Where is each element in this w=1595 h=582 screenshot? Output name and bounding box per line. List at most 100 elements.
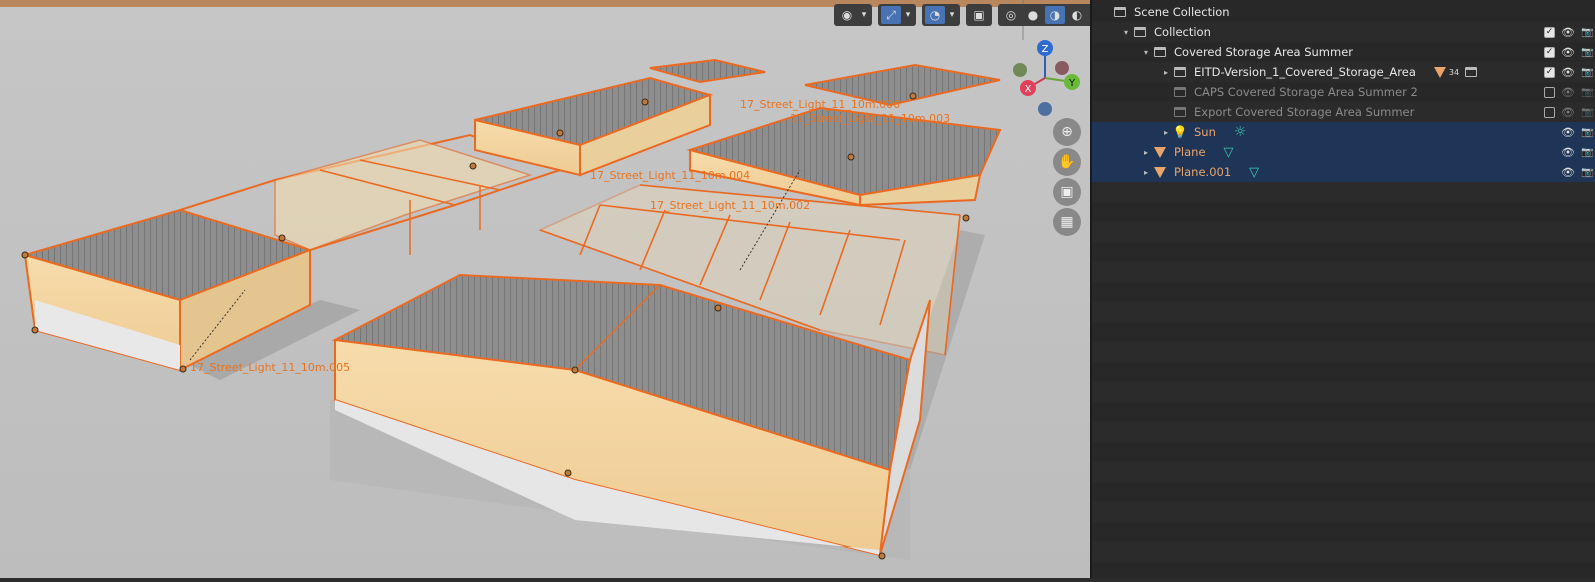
- outliner-empty-row: [1092, 242, 1595, 262]
- light-label: 17_Street_Light_11_10m.002: [650, 199, 811, 212]
- collection-icon: [1172, 105, 1188, 119]
- outliner-empty-row: [1092, 562, 1595, 582]
- camera-icon[interactable]: 📷: [1581, 67, 1593, 78]
- outliner-empty-row: [1092, 262, 1595, 282]
- outliner-row[interactable]: ▾ Covered Storage Area Summer ✓ 👁 📷: [1092, 42, 1595, 62]
- expand-right-icon[interactable]: ▸: [1140, 168, 1152, 177]
- xray-icon[interactable]: ▣: [969, 6, 989, 24]
- camera-icon[interactable]: 📷: [1581, 127, 1593, 138]
- expand-right-icon[interactable]: ▸: [1140, 148, 1152, 157]
- eye-icon[interactable]: 👁: [1561, 146, 1575, 159]
- outliner-empty-row: [1092, 502, 1595, 522]
- outliner-row-label: Plane: [1174, 145, 1206, 159]
- visibility-toggles: ✓ 👁 📷: [1544, 42, 1595, 62]
- hand-icon[interactable]: ✋: [1053, 148, 1081, 176]
- visibility-toggles: 👁 📷: [1544, 102, 1595, 122]
- gizmo-icon[interactable]: ⤢: [881, 6, 901, 24]
- exclude-checkbox[interactable]: ✓: [1544, 26, 1555, 38]
- outliner-row[interactable]: ▸ EITD-Version_1_Covered_Storage_Area 34 ✓ 👁…: [1092, 62, 1595, 82]
- eye-icon[interactable]: ◉: [837, 6, 857, 24]
- camera-icon[interactable]: 📷: [1581, 27, 1593, 38]
- expand-right-icon[interactable]: ▸: [1160, 128, 1172, 137]
- shading-group: ◎ ● ◑ ◐ ▾: [998, 4, 1090, 26]
- mesh-object-icon: [1152, 165, 1168, 179]
- light-label: 17_Street_Light_11_10m.006: [740, 98, 901, 111]
- eye-icon[interactable]: 👁: [1561, 166, 1575, 179]
- outliner-empty-row: [1092, 182, 1595, 202]
- outliner-empty-row: [1092, 282, 1595, 302]
- wireframe-icon[interactable]: ◎: [1001, 6, 1021, 24]
- gizmo-group: ⤢ ▾: [878, 4, 916, 26]
- mesh-object-icon: [1152, 145, 1168, 159]
- z-axis-label: Z: [1042, 44, 1049, 55]
- outliner-empty-row: [1092, 402, 1595, 422]
- outliner-empty-row: [1092, 442, 1595, 462]
- camera-icon[interactable]: 📷: [1581, 107, 1593, 118]
- outliner-empty-row: [1092, 322, 1595, 342]
- mesh-data-icon[interactable]: ▽: [1249, 165, 1259, 180]
- exclude-checkbox[interactable]: ✓: [1544, 66, 1555, 78]
- eye-icon[interactable]: 👁: [1561, 26, 1575, 39]
- outliner-row[interactable]: ▸ Plane ▽ 👁 📷: [1092, 142, 1595, 162]
- 3d-viewport[interactable]: 17_Street_Light_11_10m.005 17_Street_Lig…: [0, 0, 1090, 578]
- outliner-empty-row: [1092, 302, 1595, 322]
- navigation-gizmo[interactable]: Z Y X: [1000, 36, 1090, 121]
- exclude-checkbox[interactable]: [1544, 106, 1555, 118]
- zoom-icon[interactable]: ⊕: [1053, 118, 1081, 146]
- sun-data-icon[interactable]: ☼: [1234, 124, 1247, 140]
- outliner-row[interactable]: ▾ Collection ✓ 👁 📷: [1092, 22, 1595, 42]
- outliner-empty-row: [1092, 362, 1595, 382]
- camera-icon[interactable]: 📷: [1581, 87, 1593, 98]
- expand-right-icon[interactable]: ▸: [1160, 68, 1172, 77]
- material-icon[interactable]: ◑: [1045, 6, 1065, 24]
- eye-icon[interactable]: 👁: [1561, 126, 1575, 139]
- camera-icon[interactable]: 📷: [1581, 147, 1593, 158]
- visibility-toggles: 👁 📷: [1561, 142, 1595, 162]
- y-axis-label: Y: [1068, 78, 1076, 89]
- outliner-empty-row: [1092, 222, 1595, 242]
- xray-group: ▣: [966, 4, 992, 26]
- eye-icon[interactable]: 👁: [1561, 46, 1575, 59]
- chevron-down-icon[interactable]: ▾: [947, 10, 957, 20]
- visibility-toggles: ✓ 👁 📷: [1544, 22, 1595, 42]
- expand-down-icon[interactable]: ▾: [1140, 48, 1152, 57]
- outliner-row-label: Covered Storage Area Summer: [1174, 45, 1354, 59]
- outliner-row[interactable]: ▸ Plane.001 ▽ 👁 📷: [1092, 162, 1595, 182]
- grid-icon[interactable]: ▦: [1053, 208, 1081, 236]
- child-count-badge[interactable]: 34: [1433, 66, 1478, 78]
- outliner-row[interactable]: CAPS Covered Storage Area Summer 2 👁 📷: [1092, 82, 1595, 102]
- outliner-row-label: CAPS Covered Storage Area Summer 2: [1194, 85, 1418, 99]
- outliner-row-label: EITD-Version_1_Covered_Storage_Area: [1194, 65, 1416, 79]
- outliner-row-label: Collection: [1154, 25, 1211, 39]
- outliner-row[interactable]: Scene Collection: [1092, 2, 1595, 22]
- eye-icon[interactable]: 👁: [1561, 86, 1575, 99]
- x-axis-label: X: [1025, 84, 1032, 95]
- outliner-empty-row: [1092, 542, 1595, 562]
- overlay-icon[interactable]: ◔: [925, 6, 945, 24]
- outliner-row[interactable]: ▸ 💡 Sun ☼ 👁 📷: [1092, 122, 1595, 142]
- chevron-down-icon[interactable]: ▾: [903, 10, 913, 20]
- chevron-down-icon[interactable]: ▾: [859, 10, 869, 20]
- mesh-data-icon[interactable]: ▽: [1224, 145, 1234, 160]
- scene-render: [0, 0, 1090, 578]
- collection-icon: [1172, 65, 1188, 79]
- outliner-empty-row: [1092, 202, 1595, 222]
- solid-icon[interactable]: ●: [1023, 6, 1043, 24]
- outliner-row[interactable]: Export Covered Storage Area Summer 👁 📷: [1092, 102, 1595, 122]
- viewport-header: ◉ ▾ ⤢ ▾ ◔ ▾ ▣ ◎ ● ◑ ◐ ▾: [834, 4, 1090, 26]
- outliner-empty-row: [1092, 522, 1595, 542]
- exclude-checkbox[interactable]: [1544, 86, 1555, 98]
- eye-icon[interactable]: 👁: [1561, 66, 1575, 79]
- outliner-empty-row: [1092, 462, 1595, 482]
- expand-down-icon[interactable]: ▾: [1120, 28, 1132, 37]
- camera-icon[interactable]: 📷: [1581, 167, 1593, 178]
- visibility-toggles: ✓ 👁 📷: [1544, 62, 1595, 82]
- eye-icon[interactable]: 👁: [1561, 106, 1575, 119]
- outliner-panel: Scene Collection ▾ Collection ✓ 👁 📷 ▾ Covered S…: [1090, 0, 1595, 578]
- camera-icon[interactable]: ▣: [1053, 178, 1081, 206]
- light-icon: 💡: [1172, 125, 1188, 139]
- exclude-checkbox[interactable]: ✓: [1544, 46, 1555, 58]
- collection-icon: [1132, 25, 1148, 39]
- rendered-icon[interactable]: ◐: [1067, 6, 1087, 24]
- camera-icon[interactable]: 📷: [1581, 47, 1593, 58]
